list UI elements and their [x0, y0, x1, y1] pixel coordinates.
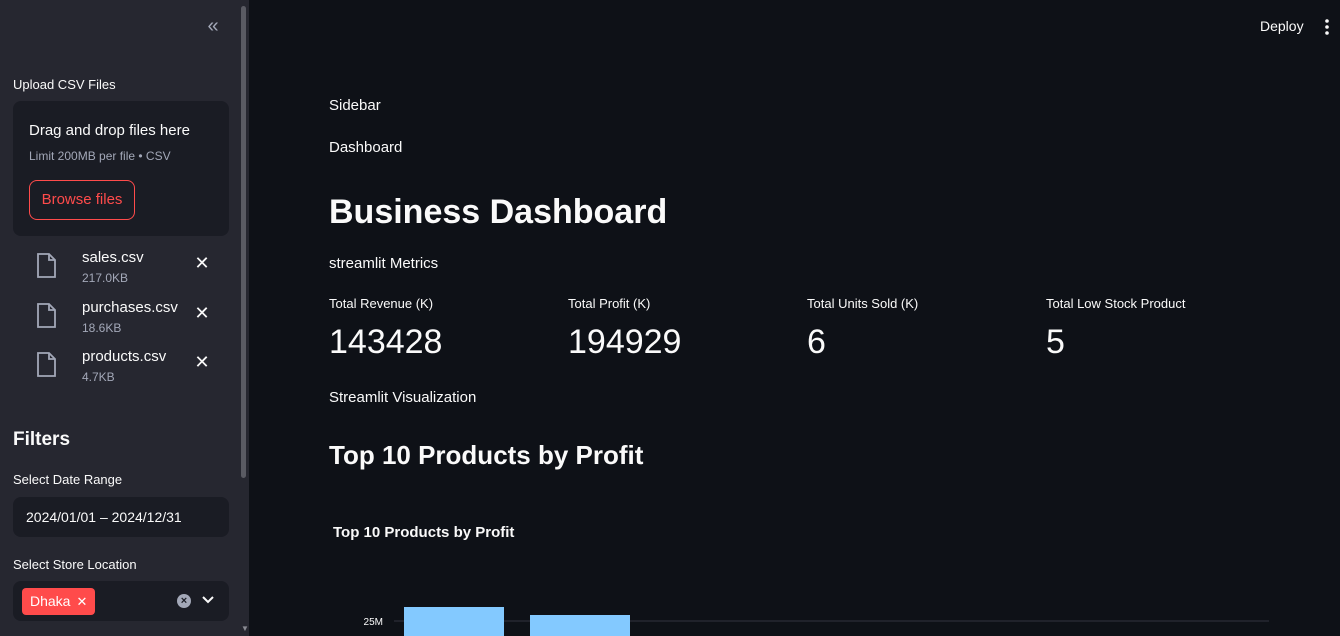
- file-icon: [37, 253, 56, 278]
- date-range-input[interactable]: 2024/01/01 – 2024/12/31: [13, 497, 229, 537]
- metric-label: Total Low Stock Product: [1046, 296, 1186, 311]
- remove-file-icon[interactable]: ✕: [193, 304, 211, 322]
- dropzone-title: Drag and drop files here: [29, 122, 190, 139]
- store-location-label: Select Store Location: [13, 557, 137, 572]
- more-options-icon[interactable]: [1320, 18, 1334, 36]
- collapse-sidebar-icon[interactable]: «: [202, 16, 224, 38]
- browse-files-button[interactable]: Browse files: [29, 180, 135, 220]
- uploaded-file-item: products.csv 4.7KB ✕: [35, 348, 215, 388]
- metric-total-units-sold: Total Units Sold (K) 6: [807, 296, 1027, 362]
- file-name: sales.csv: [82, 249, 144, 266]
- file-name: purchases.csv: [82, 299, 178, 316]
- clear-selection-icon[interactable]: ×: [177, 594, 191, 608]
- metric-value: 6: [807, 323, 826, 361]
- metric-low-stock: Total Low Stock Product 5: [1046, 296, 1266, 362]
- metric-label: Total Revenue (K): [329, 296, 434, 311]
- metric-total-revenue: Total Revenue (K) 143428: [329, 296, 549, 362]
- chart-bar: [530, 615, 630, 636]
- metric-total-profit: Total Profit (K) 194929: [568, 296, 788, 362]
- remove-file-icon[interactable]: ✕: [193, 254, 211, 272]
- y-tick-label: 25M: [364, 617, 383, 628]
- uploaded-file-item: purchases.csv 18.6KB ✕: [35, 299, 215, 339]
- profit-bar-chart: Top 10 Products by Profit 25M: [329, 510, 1279, 636]
- tag-label: Dhaka: [30, 593, 71, 609]
- file-icon: [37, 303, 56, 328]
- filters-heading: Filters: [13, 429, 71, 450]
- metric-value: 194929: [568, 323, 682, 361]
- metric-label: Total Profit (K): [568, 296, 651, 311]
- chart-bar: [404, 607, 504, 636]
- remove-file-icon[interactable]: ✕: [193, 353, 211, 371]
- uploaded-file-item: sales.csv 217.0KB ✕: [35, 249, 215, 289]
- date-range-label: Select Date Range: [13, 472, 123, 487]
- chevron-down-icon[interactable]: [200, 591, 216, 609]
- store-location-multiselect[interactable]: Dhaka ✕ ×: [13, 581, 229, 621]
- file-icon: [37, 352, 56, 377]
- sidebar-scrollbar[interactable]: [241, 6, 246, 478]
- file-name: products.csv: [82, 348, 167, 365]
- deploy-button[interactable]: Deploy: [1260, 18, 1304, 34]
- scroll-down-arrow-icon[interactable]: ▼: [241, 625, 249, 633]
- dashboard-text: Dashboard: [329, 139, 403, 156]
- selected-store-tag: Dhaka ✕: [22, 588, 96, 615]
- visualization-caption: Streamlit Visualization: [329, 389, 477, 406]
- metric-value: 143428: [329, 323, 443, 361]
- dropzone-limit-text: Limit 200MB per file • CSV: [29, 149, 171, 163]
- file-uploader-dropzone[interactable]: Drag and drop files here Limit 200MB per…: [13, 101, 229, 236]
- metric-label: Total Units Sold (K): [807, 296, 919, 311]
- file-size: 4.7KB: [82, 370, 115, 384]
- file-size: 217.0KB: [82, 271, 129, 285]
- chart-heading: Top 10 Products by Profit: [329, 440, 644, 470]
- metrics-caption: streamlit Metrics: [329, 255, 439, 272]
- metric-value: 5: [1046, 323, 1065, 361]
- remove-tag-icon[interactable]: ✕: [76, 594, 87, 609]
- page-title: Business Dashboard: [329, 193, 668, 231]
- sidebar-text: Sidebar: [329, 97, 381, 114]
- file-size: 18.6KB: [82, 321, 122, 335]
- chart-plot: 25M: [364, 607, 1269, 636]
- upload-label: Upload CSV Files: [13, 77, 116, 92]
- sidebar: « Upload CSV Files Drag and drop files h…: [0, 0, 249, 636]
